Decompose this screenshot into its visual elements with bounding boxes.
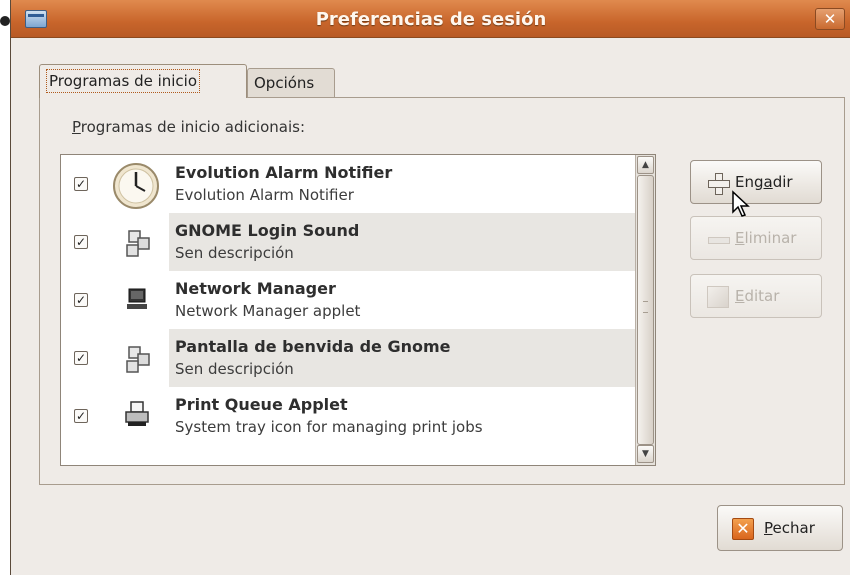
remove-button-label: Eliminar	[735, 229, 797, 247]
list-item[interactable]: ✓ Print Queue Applet System tray icon fo…	[61, 387, 651, 445]
computer-icon	[103, 277, 169, 325]
edit-button-label: Editar	[735, 287, 780, 305]
remove-button[interactable]: Eliminar	[690, 216, 822, 260]
session-preferences-window: Preferencias de sesión ✕ Programas de in…	[10, 0, 850, 575]
close-button[interactable]: ✕ Pechar	[717, 505, 843, 551]
program-description: System tray icon for managing print jobs	[175, 418, 483, 436]
list-item[interactable]: ✓ Evolution Alarm Notifier Evolution Ala…	[61, 155, 651, 213]
list-item[interactable]: ✓ Network Manager Network Manager applet	[61, 271, 651, 329]
enable-checkbox[interactable]: ✓	[74, 409, 88, 423]
program-description: Sen descripción	[175, 244, 294, 262]
enable-checkbox[interactable]: ✓	[74, 351, 88, 365]
title-bar[interactable]: Preferencias de sesión ✕	[11, 0, 850, 38]
scroll-down-button[interactable]: ▼	[637, 445, 654, 463]
scroll-up-button[interactable]: ▲	[637, 156, 654, 174]
tab-panel: Programas de inicio adicionais: ✓ Evolut…	[39, 97, 845, 485]
scroll-thumb[interactable]	[637, 175, 654, 445]
bullet-marker	[0, 16, 10, 26]
startup-programs-label: Programas de inicio adicionais:	[72, 118, 306, 136]
gears-icon	[103, 219, 169, 267]
list-item[interactable]: ✓ GNOME Login Sound Sen descripción	[61, 213, 651, 271]
tab-options[interactable]: Opcións	[247, 68, 335, 98]
program-name: Network Manager	[175, 279, 336, 298]
window-title: Preferencias de sesión	[315, 9, 547, 30]
program-description: Network Manager applet	[175, 302, 361, 320]
program-name: Evolution Alarm Notifier	[175, 163, 393, 182]
list-item[interactable]: ✓ Pantalla de benvida de Gnome Sen descr…	[61, 329, 651, 387]
enable-checkbox[interactable]: ✓	[74, 177, 88, 191]
edit-icon	[707, 286, 729, 308]
add-button[interactable]: Engadir	[690, 160, 822, 204]
add-icon	[707, 172, 730, 195]
tab-startup-programs[interactable]: Programas de inicio	[39, 64, 247, 98]
startup-programs-list[interactable]: ✓ Evolution Alarm Notifier Evolution Ala…	[60, 154, 656, 466]
edit-button[interactable]: Editar	[690, 274, 822, 318]
remove-icon	[707, 228, 730, 250]
close-button-label: Pechar	[764, 519, 815, 537]
add-button-label: Engadir	[735, 173, 793, 191]
program-name: Pantalla de benvida de Gnome	[175, 337, 451, 356]
program-description: Sen descripción	[175, 360, 294, 378]
window-close-button[interactable]: ✕	[815, 8, 845, 30]
gears-icon	[103, 335, 169, 383]
program-name: Print Queue Applet	[175, 395, 348, 414]
close-icon: ✕	[732, 518, 754, 540]
mouse-cursor-icon	[732, 190, 750, 217]
vertical-scrollbar[interactable]: ▲ ▼	[635, 155, 655, 465]
program-name: GNOME Login Sound	[175, 221, 360, 240]
enable-checkbox[interactable]: ✓	[74, 235, 88, 249]
enable-checkbox[interactable]: ✓	[74, 293, 88, 307]
program-description: Evolution Alarm Notifier	[175, 186, 354, 204]
printer-icon	[103, 393, 169, 441]
clock-icon	[103, 161, 169, 209]
